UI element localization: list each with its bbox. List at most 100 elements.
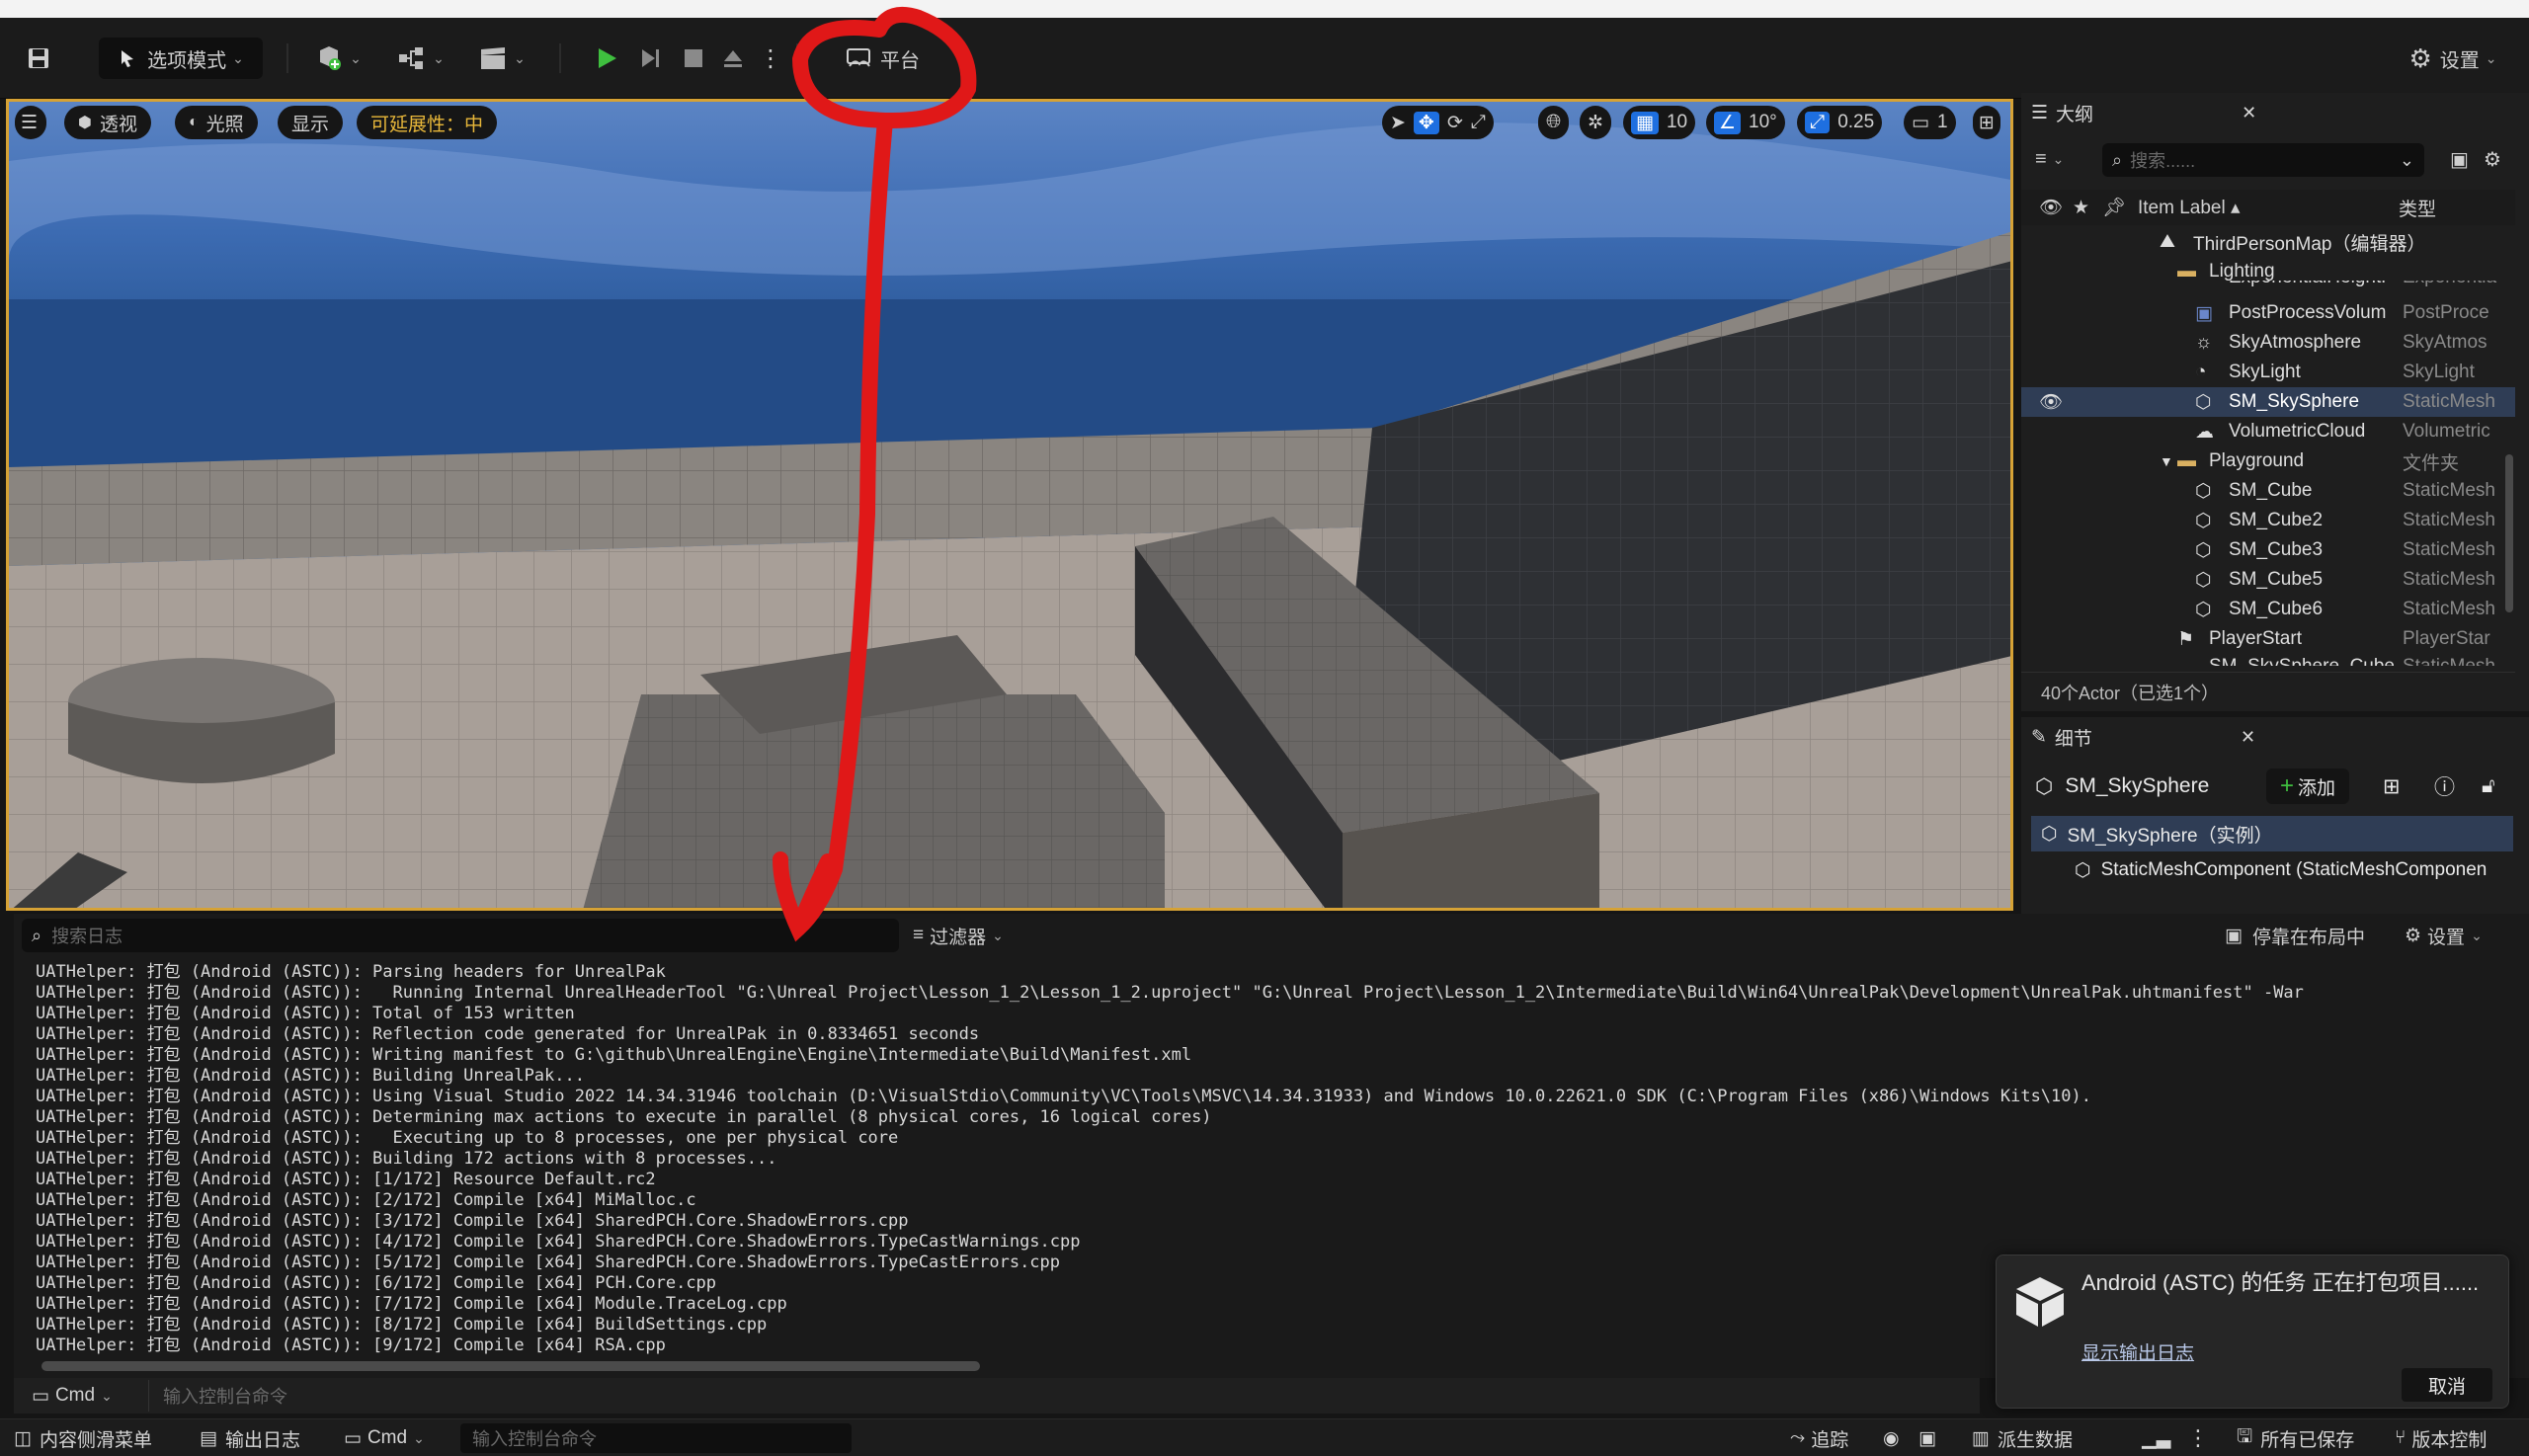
blueprint-button[interactable]: ⌄: [389, 38, 452, 79]
dock-label: 停靠在布局中: [2251, 927, 2365, 948]
pin-column-icon[interactable]: 📌︎: [2102, 196, 2126, 219]
blueprint-convert-button[interactable]: ⊞: [2383, 770, 2401, 802]
outliner-row-actor[interactable]: ☁︎ VolumetricCloud Volumetric: [2021, 417, 2515, 446]
surface-snap-button[interactable]: ✲: [1580, 106, 1611, 139]
outliner-row-folder[interactable]: ▼ ▬ Playground 文件夹: [2021, 446, 2515, 476]
lighting-button[interactable]: ◐ 光照: [175, 106, 258, 139]
scale-icon[interactable]: ⤢: [1471, 112, 1486, 133]
plus-icon: +: [2280, 772, 2295, 799]
output-log-button[interactable]: ▤ 输出日志: [200, 1419, 300, 1456]
outliner-row-actor[interactable]: ⬡ SM_Cube2 StaticMesh: [2021, 506, 2515, 535]
camera-icon: ▣: [1918, 1427, 1936, 1449]
scale-snap-button[interactable]: ⤢ 0.25: [1797, 106, 1883, 139]
add-component-button[interactable]: + 添加: [2266, 768, 2350, 804]
content-drawer-button[interactable]: ◫ 内容侧滑菜单: [14, 1419, 152, 1456]
outliner-row-selected[interactable]: 👁︎ ⬡ SM_SkySphere StaticMesh: [2021, 387, 2515, 417]
save-button[interactable]: [18, 38, 59, 79]
log-settings-button[interactable]: ⚙ 设置 ⌄: [2405, 919, 2483, 952]
camera-speed-button[interactable]: ▭ 1: [1904, 106, 1956, 139]
rotate-icon[interactable]: ⟳: [1447, 112, 1463, 134]
log-filter-button[interactable]: ≡ 过滤器 ⌄: [913, 919, 1004, 952]
dock-in-layout-button[interactable]: ▣ 停靠在布局中: [2225, 919, 2365, 952]
derived-data-button[interactable]: ▥ 派生数据: [1972, 1419, 2073, 1456]
outliner-row-actor[interactable]: ExponentialHeightF Exponentia: [2021, 281, 2515, 294]
outliner-row-actor[interactable]: ◔ SkyLight SkyLight: [2021, 358, 2515, 387]
component-tree-root[interactable]: ⬡ SM_SkySphere（实例）: [2031, 816, 2513, 851]
cinematics-button[interactable]: ⌄: [470, 38, 533, 79]
log-line: UATHelper: 打包 (Android (ASTC)): [6/172] …: [36, 1273, 717, 1293]
outliner-row-actor[interactable]: ⬡ SM_Cube6 StaticMesh: [2021, 595, 2515, 624]
status-cmd-button[interactable]: ▭ Cmd ⌄: [344, 1419, 425, 1456]
outliner-row-actor[interactable]: ▣ PostProcessVolum PostProce: [2021, 298, 2515, 328]
expand-arrow-icon[interactable]: ▼: [2160, 453, 2173, 469]
show-button[interactable]: 显示: [278, 106, 344, 139]
status-console-input[interactable]: 输入控制台命令: [460, 1423, 852, 1453]
source-control-button[interactable]: ⑂ 版本控制: [2395, 1419, 2487, 1456]
platforms-button[interactable]: 平台: [828, 38, 937, 79]
close-icon[interactable]: ✕: [2241, 727, 2255, 748]
coordinate-space-button[interactable]: 🌐︎: [1538, 106, 1570, 139]
packaging-notification: Android (ASTC) 的任务 正在打包项目...... 显示输出日志 取…: [1996, 1254, 2509, 1409]
screenshot-button[interactable]: ▣: [1918, 1419, 1936, 1456]
trace-button[interactable]: ⤳ 追踪: [1790, 1419, 1848, 1456]
outliner-settings-button[interactable]: ⚙: [2484, 142, 2501, 176]
show-output-log-link[interactable]: 显示输出日志: [2081, 1338, 2194, 1365]
component-tree-item[interactable]: ⬡ StaticMeshComponent (StaticMeshCompone…: [2075, 853, 2515, 887]
add-actor-button[interactable]: ⌄: [306, 38, 369, 79]
step-button[interactable]: [630, 38, 670, 79]
stop-button[interactable]: [674, 38, 713, 79]
filter-label: 过滤器: [930, 927, 987, 948]
perspective-button[interactable]: ⬢ 透视: [64, 106, 151, 139]
details-tab[interactable]: ✎ 细节 ✕: [2031, 717, 2255, 757]
lock-button[interactable]: 🔓︎: [2482, 770, 2495, 802]
scalability-button[interactable]: 可延展性：中: [357, 106, 498, 139]
save-all-status[interactable]: 🖫︎ 所有已保存: [2237, 1419, 2354, 1456]
outliner-row-actor[interactable]: ⬡ SM_Cube5 StaticMesh: [2021, 565, 2515, 595]
mode-select-button[interactable]: 选项模式 ⌄: [99, 38, 263, 79]
outliner-row-actor[interactable]: ⚑ PlayerStart PlayerStar: [2021, 624, 2515, 654]
outliner-scrollbar[interactable]: [2505, 454, 2513, 612]
visibility-column-icon[interactable]: 👁︎: [2039, 196, 2063, 219]
type-column[interactable]: 类型: [2399, 195, 2436, 221]
outliner-row-actor[interactable]: ⬡ SM_Cube StaticMesh: [2021, 476, 2515, 506]
item-label-column[interactable]: Item Label ▴: [2138, 197, 2241, 219]
log-horizontal-scrollbar[interactable]: [41, 1361, 980, 1371]
row-label: SkyLight: [2229, 362, 2301, 382]
outliner-filter-button[interactable]: ≡ ⌄: [2035, 142, 2064, 176]
add-folder-button[interactable]: ▣: [2450, 142, 2469, 176]
settings-button[interactable]: ⚙ 设置 ⌄: [2395, 38, 2511, 79]
outliner-row-actor[interactable]: ☼ SkyAtmosphere SkyAtmos: [2021, 328, 2515, 358]
cmd-select-button[interactable]: ▭ Cmd ⌄: [32, 1378, 113, 1414]
outliner-row-actor[interactable]: ⬡ SM_Cube3 StaticMesh: [2021, 535, 2515, 565]
star-column-icon[interactable]: ★: [2073, 197, 2089, 219]
chevron-down-icon: ⌄: [2485, 49, 2497, 66]
sky-atmosphere-icon: ☼: [2195, 332, 2213, 353]
close-icon[interactable]: ✕: [2242, 103, 2256, 123]
outliner-tab[interactable]: ☰ 大纲 ✕: [2031, 93, 2256, 132]
outliner-search-placeholder: 搜索......: [2130, 151, 2196, 171]
select-arrow-icon[interactable]: ➤: [1390, 112, 1406, 134]
eject-button[interactable]: [713, 38, 753, 79]
play-button[interactable]: [587, 38, 626, 79]
gear-icon: ⚙: [2408, 42, 2432, 73]
cancel-button[interactable]: 取消: [2402, 1368, 2492, 1402]
more-options-icon[interactable]: ⋮: [759, 38, 782, 79]
more-options-icon[interactable]: ⋮: [2187, 1419, 2209, 1456]
cooking-status-button[interactable]: ▁▃: [2142, 1419, 2170, 1456]
outliner-row-actor[interactable]: SM_SkySphere_Cube StaticMesh: [2021, 654, 2515, 666]
clapperboard-icon: [481, 47, 506, 69]
outliner-row-map[interactable]: ⛰︎ ThirdPersonMap（编辑器）: [2021, 227, 2515, 257]
viewport-menu-button[interactable]: ☰: [15, 106, 46, 139]
help-button[interactable]: ⓘ: [2434, 770, 2455, 802]
record-button[interactable]: ◉: [1883, 1419, 1900, 1456]
move-icon[interactable]: ✥: [1413, 111, 1439, 134]
rotation-snap-button[interactable]: ∠ 10°: [1706, 106, 1785, 139]
grid-snap-button[interactable]: ▦ 10: [1623, 106, 1696, 139]
viewport-layout-button[interactable]: ⊞: [1973, 106, 2000, 139]
chevron-down-icon: ⌄: [101, 1387, 113, 1404]
level-viewport[interactable]: ☰ ⬢ 透视 ◐ 光照 显示 可延展性：中 ➤ ✥ ⟳ ⤢ 🌐︎ ✲ ▦ 10 …: [6, 99, 2013, 911]
log-console-input[interactable]: 输入控制台命令: [148, 1380, 1966, 1412]
log-search-input[interactable]: ⌕ 搜索日志: [22, 919, 899, 952]
outliner-search-input[interactable]: ⌕ 搜索...... ⌄: [2102, 143, 2424, 177]
eye-icon[interactable]: 👁︎: [2039, 390, 2063, 414]
